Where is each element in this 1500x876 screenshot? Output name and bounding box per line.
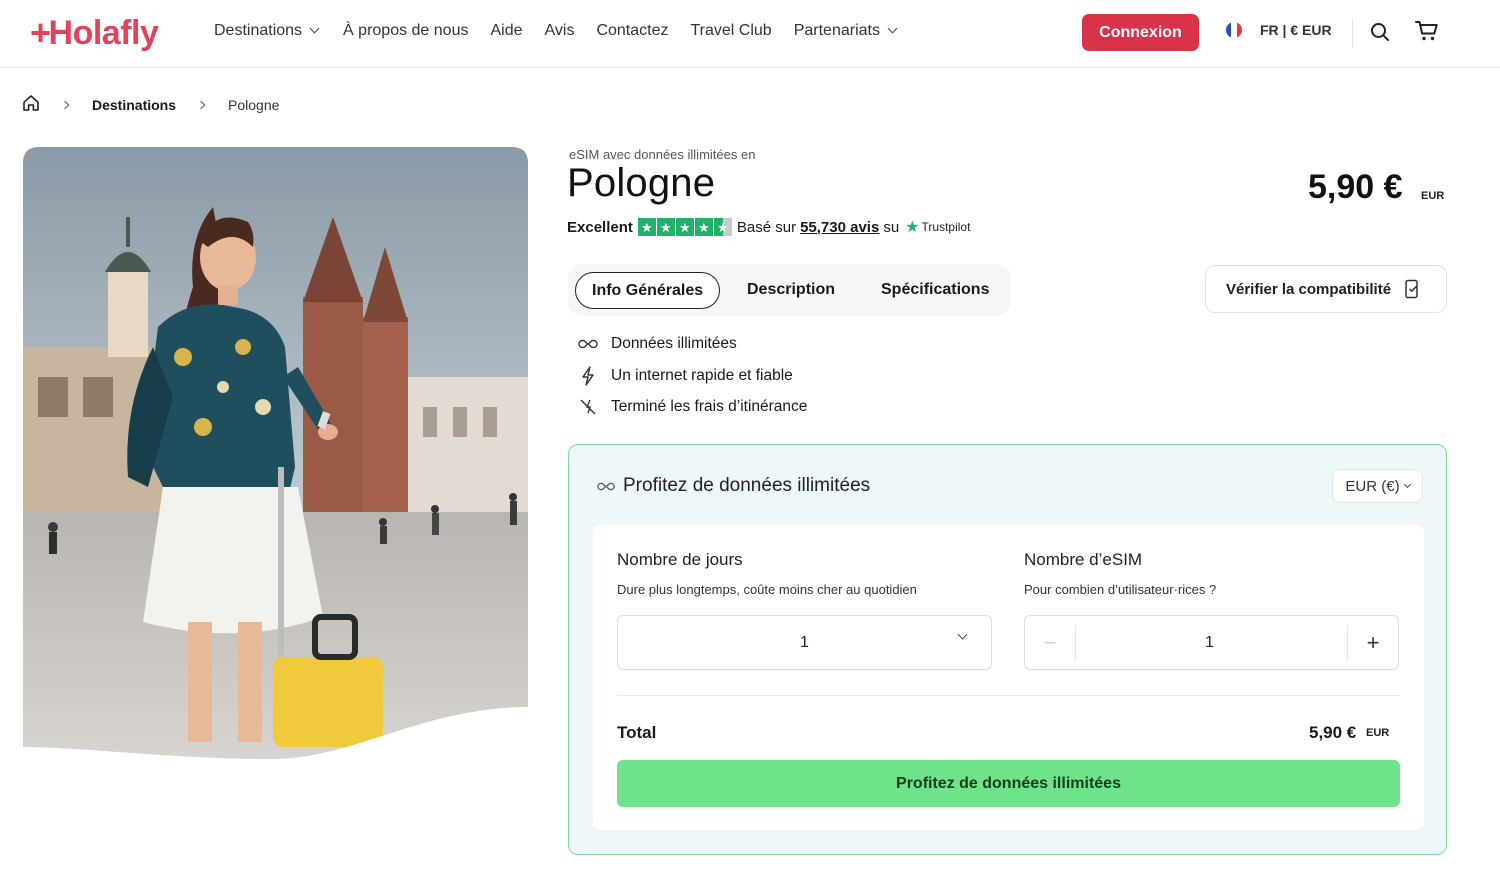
infinity-icon	[597, 482, 615, 491]
star-icon: ★	[656, 218, 675, 236]
chevron-down-icon	[887, 23, 898, 34]
total-label: Total	[617, 723, 657, 742]
trustpilot-rating: Excellent ★ ★ ★ ★ ★ Basé sur 55,730 avis…	[567, 217, 970, 237]
plan-card: Profitez de données illimitées EUR (€) N…	[568, 444, 1447, 855]
currency-select[interactable]: EUR (€)	[1332, 469, 1423, 503]
check-compatibility-button[interactable]: Vérifier la compatibilité	[1205, 265, 1447, 313]
tab-specifications[interactable]: Spécifications	[881, 264, 989, 316]
login-button[interactable]: Connexion	[1082, 14, 1199, 51]
days-value: 1	[800, 633, 809, 651]
search-icon[interactable]	[1370, 22, 1390, 47]
nav-partnerships[interactable]: Partenariats	[793, 20, 898, 42]
decrement-button[interactable]: −	[1025, 625, 1076, 661]
device-check-icon	[1404, 279, 1420, 299]
nav-label: Contactez	[596, 22, 669, 39]
logo-plus-mark: +	[30, 12, 51, 53]
breadcrumb: Destinations Pologne	[22, 94, 279, 115]
header-divider	[1352, 18, 1353, 48]
product-subtitle: eSIM avec données illimitées en	[569, 147, 756, 162]
esim-quantity-value[interactable]: 1	[1076, 616, 1343, 669]
feature-label: Données illimitées	[611, 335, 737, 352]
chevron-down-icon	[957, 629, 968, 640]
chevron-right-icon	[60, 100, 70, 109]
nav-destinations[interactable]: Destinations	[214, 20, 320, 42]
lightning-icon	[577, 365, 599, 386]
star-icon: ★	[675, 218, 694, 236]
trustpilot-label: Trustpilot	[921, 220, 971, 234]
divider	[617, 695, 1400, 696]
breadcrumb-current: Pologne	[228, 96, 280, 113]
rating-on: su	[883, 218, 900, 236]
nav-label: Travel Club	[690, 22, 772, 39]
rating-based-on: Basé sur	[736, 218, 797, 236]
hero-image	[23, 147, 528, 759]
infinity-icon	[577, 334, 599, 354]
home-icon[interactable]	[22, 94, 40, 115]
days-subtitle: Dure plus longtemps, coûte moins cher au…	[617, 582, 917, 597]
chevron-down-icon	[1403, 480, 1411, 489]
nav-label: Avis	[544, 22, 575, 39]
product-tabs: Info Générales Description Spécification…	[568, 264, 1011, 316]
tab-general-info[interactable]: Info Générales	[575, 272, 721, 309]
star-icon: ★	[694, 218, 713, 236]
esim-quantity-stepper: − 1 +	[1024, 615, 1399, 670]
feature-label: Un internet rapide et fiable	[611, 366, 793, 384]
feature-label: Terminé les frais d’itinérance	[611, 398, 808, 415]
language-label: FR | € EUR	[1260, 22, 1332, 38]
buy-unlimited-data-button[interactable]: Profitez de données illimitées	[617, 760, 1400, 807]
reviews-count-link[interactable]: 55,730 avis	[800, 219, 879, 236]
compat-label: Vérifier la compatibilité	[1226, 280, 1392, 298]
increment-button[interactable]: +	[1347, 625, 1398, 661]
logo-text: Holafly	[48, 13, 159, 52]
total-price: 5,90 €	[1309, 723, 1357, 742]
trustpilot-logo[interactable]: ★ Trustpilot	[905, 217, 970, 237]
nav-contact[interactable]: Contactez	[596, 20, 668, 42]
nav-label: Aide	[490, 22, 523, 39]
no-roaming-icon	[577, 397, 599, 417]
currency-value: EUR (€)	[1345, 477, 1400, 495]
feature-item: Un internet rapide et fiable	[577, 365, 807, 387]
price-currency: EUR	[1421, 190, 1445, 202]
holafly-logo[interactable]: + Holafly	[30, 12, 159, 54]
nav-about[interactable]: À propos de nous	[343, 20, 468, 42]
esims-title: Nombre d’eSIM	[1024, 550, 1143, 569]
nav-label: Destinations	[214, 22, 303, 39]
feature-list: Données illimitées Un internet rapide et…	[577, 333, 807, 428]
breadcrumb-destinations[interactable]: Destinations	[92, 97, 176, 113]
product-price: 5,90 €	[1308, 168, 1403, 206]
tab-description[interactable]: Description	[747, 264, 835, 316]
feature-item: Terminé les frais d’itinérance	[577, 396, 807, 418]
feature-item: Données illimitées	[577, 333, 807, 355]
plan-heading: Profitez de données illimitées	[597, 475, 870, 497]
star-icon: ★	[637, 218, 656, 236]
nav-label: Partenariats	[793, 22, 880, 39]
plan-options: Nombre de jours Dure plus longtemps, coû…	[593, 525, 1424, 830]
nav-label: À propos de nous	[343, 22, 469, 39]
nav-reviews[interactable]: Avis	[545, 20, 575, 42]
total-currency: EUR	[1366, 727, 1390, 739]
language-currency-selector[interactable]: FR | € EUR	[1226, 22, 1332, 38]
page-title: Pologne	[567, 161, 716, 205]
rating-label: Excellent	[567, 218, 633, 236]
site-header: + Holafly Destinations À propos de nous A…	[0, 0, 1500, 68]
main-nav: Destinations À propos de nous Aide Avis …	[214, 20, 898, 42]
half-star-icon: ★	[713, 218, 732, 236]
rating-stars: ★ ★ ★ ★ ★	[637, 218, 732, 236]
nav-help[interactable]: Aide	[490, 20, 522, 42]
cart-icon[interactable]	[1415, 20, 1439, 47]
trustpilot-star-icon: ★	[905, 219, 920, 236]
days-title: Nombre de jours	[617, 550, 743, 569]
days-select[interactable]: 1	[617, 615, 992, 670]
nav-travel-club[interactable]: Travel Club	[690, 20, 771, 42]
france-flag-icon	[1226, 22, 1242, 38]
chevron-right-icon	[196, 100, 206, 109]
plan-heading-text: Profitez de données illimitées	[623, 475, 871, 496]
chevron-down-icon	[309, 23, 320, 34]
esims-subtitle: Pour combien d’utilisateur·rices ?	[1024, 582, 1217, 597]
